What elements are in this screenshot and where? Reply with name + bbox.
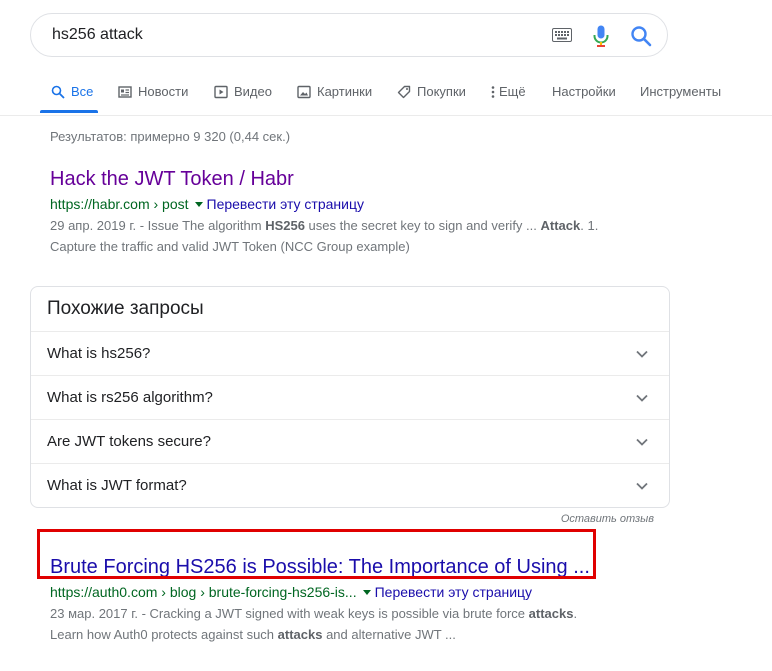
translate-link[interactable]: Перевести эту страницу [375,584,532,600]
snippet-bold: HS256 [265,218,305,233]
search-icon[interactable] [630,25,652,47]
result-url: https://auth0.com › blog › brute-forcing… [50,582,670,602]
related-question-item[interactable]: What is hs256? [31,331,669,376]
related-question-text: What is rs256 algorithm? [47,389,213,406]
tab-all[interactable]: Все [51,84,93,108]
search-input[interactable] [52,14,532,56]
translate-link[interactable]: Перевести эту страницу [207,196,364,212]
snippet-text: . 1. [580,218,599,233]
tab-label: Видео [234,84,272,99]
tab-news[interactable]: Новости [118,84,188,108]
snippet-bold: attacks [528,606,574,621]
snippet-text: Learn how Auth0 protects against such [50,627,278,642]
tab-label: Настройки [552,84,616,99]
image-icon [297,85,311,99]
chevron-down-icon [636,482,648,490]
video-icon [214,85,228,99]
tab-label: Новости [138,84,189,99]
result-url-text: https://habr.com › post [50,196,189,212]
result-url-text: https://auth0.com › blog › brute-forcing… [50,584,357,600]
snippet-text: 29 апр. 2019 г. - Issue The algorithm [50,218,266,233]
related-questions-title: Похожие запросы [47,298,204,319]
feedback-link[interactable]: Оставить отзыв [561,513,654,525]
tab-label: Все [71,84,94,99]
tab-label: Инструменты [640,84,722,99]
related-question-item[interactable]: What is JWT format? [31,463,669,508]
search-icon [51,85,65,99]
tag-icon [397,85,411,99]
highlight-box [37,529,596,579]
chevron-down-icon [636,350,648,358]
snippet-bold: Attack [540,218,581,233]
tab-label: Ещё [499,84,526,99]
related-question-text: What is hs256? [47,345,151,362]
snippet-text: . [573,606,578,621]
result-snippet: 29 апр. 2019 г. - Issue The algorithm HS… [50,215,660,257]
result-title-link[interactable]: Hack the JWT Token / Habr [50,166,660,192]
result-snippet: 23 мар. 2017 г. - Cracking a JWT signed … [50,603,670,645]
active-tab-indicator [40,110,98,113]
snippet-text: and alternative JWT ... [322,627,456,642]
search-tabs: Все Новости Видео Картинки Покупки Ещё Н… [0,80,772,116]
snippet-text: Capture the traffic and valid JWT Token … [50,239,410,254]
tab-images[interactable]: Картинки [297,84,372,108]
snippet-text: 23 мар. 2017 г. - Cracking a JWT signed … [50,606,529,621]
related-questions-box: Похожие запросы What is hs256? What is r… [30,286,670,508]
result-stats: Результатов: примерно 9 320 (0,44 сек.) [50,129,291,144]
related-question-item[interactable]: What is rs256 algorithm? [31,375,669,420]
snippet-bold: attacks [277,627,323,642]
microphone-icon[interactable] [592,25,610,47]
search-box[interactable] [30,13,668,57]
news-icon [118,86,132,98]
more-vert-icon [491,86,495,98]
tab-settings[interactable]: Настройки [552,84,616,108]
tab-tools[interactable]: Инструменты [640,84,721,108]
tab-label: Картинки [317,84,373,99]
snippet-text: uses the secret key to sign and verify .… [304,218,541,233]
search-result: Hack the JWT Token / Habr https://habr.c… [50,166,660,257]
url-menu-arrow-icon[interactable] [362,589,371,595]
result-url: https://habr.com › post Перевести эту стр… [50,194,660,214]
tab-more[interactable]: Ещё [490,84,526,108]
chevron-down-icon [636,438,648,446]
related-question-text: Are JWT tokens secure? [47,433,211,450]
tab-shopping[interactable]: Покупки [397,84,466,108]
tab-video[interactable]: Видео [214,84,272,108]
keyboard-icon[interactable] [552,28,572,42]
url-menu-arrow-icon[interactable] [194,201,203,207]
related-question-item[interactable]: Are JWT tokens secure? [31,419,669,464]
chevron-down-icon [636,394,648,402]
related-question-text: What is JWT format? [47,477,187,494]
tab-label: Покупки [417,84,466,99]
